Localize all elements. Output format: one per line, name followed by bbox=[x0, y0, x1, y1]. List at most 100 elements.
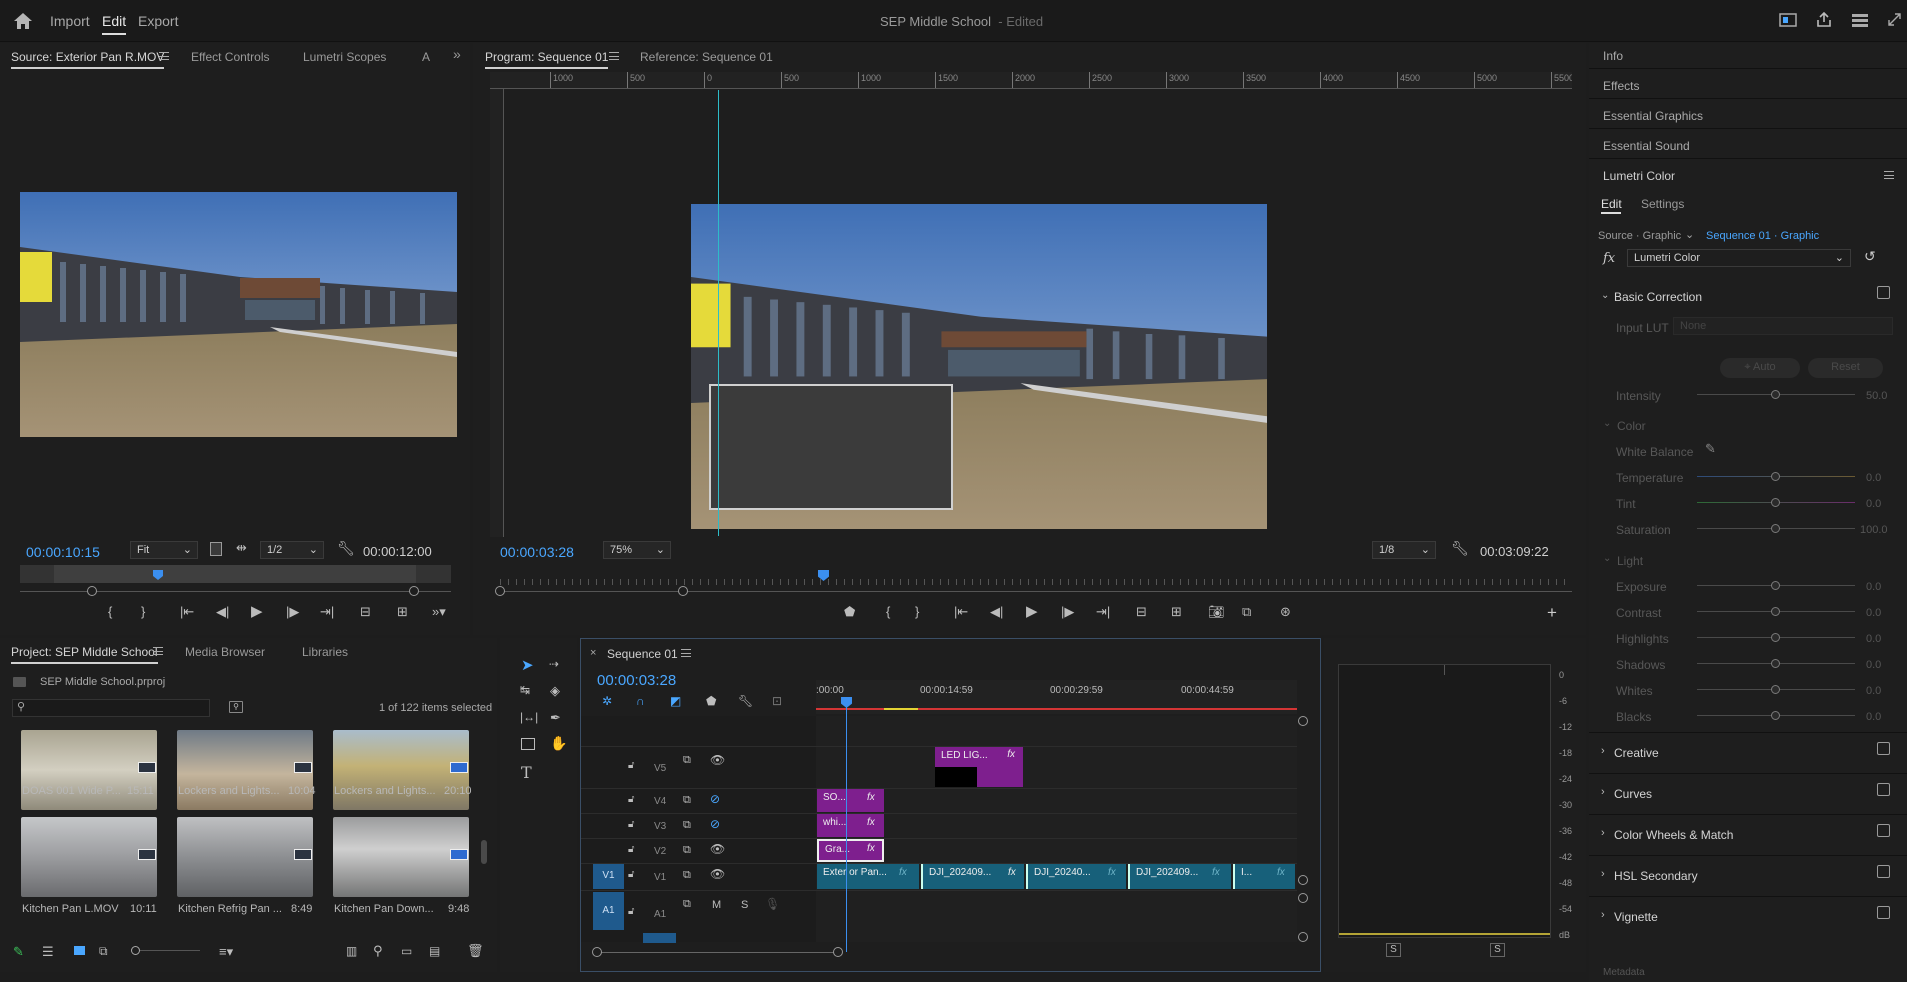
chevron-down-icon[interactable]: ⌄ bbox=[1603, 553, 1611, 564]
tab-libraries[interactable]: Libraries bbox=[302, 645, 348, 659]
new-bin-icon[interactable]: ▭ bbox=[401, 944, 412, 958]
go-to-in-icon[interactable]: |⇤ bbox=[954, 604, 968, 620]
thumb-kitchen-pan[interactable] bbox=[21, 817, 157, 897]
zoom-slider-track[interactable] bbox=[140, 950, 200, 951]
timeline-ruler[interactable]: :00:00 00:00:14:59 00:00:29:59 00:00:44:… bbox=[816, 680, 1297, 714]
zoom-handle-right[interactable] bbox=[409, 586, 419, 596]
fullscreen-icon[interactable] bbox=[1887, 12, 1902, 27]
blacks-value[interactable]: 0.0 bbox=[1866, 711, 1881, 723]
color-group-label[interactable]: Color bbox=[1617, 419, 1646, 433]
zoom-handle-left[interactable] bbox=[495, 586, 505, 596]
panel-info[interactable]: Info bbox=[1603, 49, 1623, 63]
effect-select[interactable]: Lumetri Color ⌄ bbox=[1627, 249, 1851, 267]
go-to-out-icon[interactable]: ⇥| bbox=[1096, 604, 1110, 620]
temperature-value[interactable]: 0.0 bbox=[1866, 472, 1881, 484]
h-scrollbar[interactable] bbox=[597, 952, 838, 953]
basic-correction-header[interactable]: Basic Correction bbox=[1614, 290, 1702, 304]
chevron-right-icon[interactable]: › bbox=[1601, 786, 1605, 798]
tab-effect-controls[interactable]: Effect Controls bbox=[191, 50, 269, 64]
eye-icon[interactable]: 👁︎ bbox=[710, 753, 725, 767]
step-back-icon[interactable]: ◀| bbox=[990, 604, 1003, 620]
solo-button[interactable]: S bbox=[741, 899, 748, 911]
curves-checkbox[interactable] bbox=[1877, 783, 1890, 796]
v-scroll-handle[interactable] bbox=[1298, 893, 1308, 903]
panel-effects[interactable]: Effects bbox=[1603, 79, 1639, 93]
new-item-icon[interactable]: ▤ bbox=[429, 944, 440, 958]
list-view-icon[interactable]: ☰ bbox=[42, 944, 54, 960]
clip-v3[interactable]: whi... fx bbox=[817, 814, 884, 837]
vignette-section[interactable]: Vignette bbox=[1614, 910, 1658, 924]
exposure-value[interactable]: 0.0 bbox=[1866, 581, 1881, 593]
hsl-secondary-section[interactable]: HSL Secondary bbox=[1614, 869, 1698, 883]
intensity-value[interactable]: 50.0 bbox=[1866, 390, 1887, 402]
lumetri-menu-icon[interactable] bbox=[1884, 171, 1894, 179]
vignette-checkbox[interactable] bbox=[1877, 906, 1890, 919]
overwrite-icon[interactable]: ⊞ bbox=[397, 604, 408, 620]
wrench-icon[interactable]: 🔧︎ bbox=[337, 540, 355, 557]
mark-in-icon[interactable]: { bbox=[886, 604, 890, 619]
tab-source[interactable]: Source: Exterior Pan R.MOV bbox=[11, 50, 165, 69]
auto-button[interactable]: ⌖ Auto bbox=[1720, 358, 1800, 378]
highlights-value[interactable]: 0.0 bbox=[1866, 633, 1881, 645]
h-scroll-handle-left[interactable] bbox=[592, 947, 602, 957]
chevron-right-icon[interactable]: › bbox=[1601, 745, 1605, 757]
input-lut-select[interactable]: None bbox=[1673, 317, 1893, 335]
play-icon[interactable]: ▶ bbox=[1026, 602, 1038, 620]
tab-media-browser[interactable]: Media Browser bbox=[185, 645, 265, 659]
eye-icon[interactable]: 👁︎ bbox=[710, 867, 725, 881]
program-panel-menu-icon[interactable] bbox=[609, 52, 619, 60]
track-select-tool-icon[interactable]: ⇢ bbox=[549, 657, 559, 671]
hand-tool-icon[interactable]: ✋ bbox=[550, 735, 567, 752]
tint-knob[interactable] bbox=[1771, 498, 1780, 507]
basic-correction-checkbox[interactable] bbox=[1877, 286, 1890, 299]
clip-led-lights[interactable]: LED LIG... fx bbox=[935, 747, 1023, 787]
source-resolution-select[interactable]: 1/2 ⌄ bbox=[260, 541, 324, 559]
ripple-edit-tool-icon[interactable]: ↹ bbox=[520, 683, 530, 697]
lift-icon[interactable]: ⊟ bbox=[1136, 604, 1147, 620]
hsl-secondary-checkbox[interactable] bbox=[1877, 865, 1890, 878]
curves-section[interactable]: Curves bbox=[1614, 787, 1652, 801]
eye-hidden-icon[interactable]: ⊘ bbox=[710, 792, 720, 806]
whites-knob[interactable] bbox=[1771, 685, 1780, 694]
sequence-graphic-label[interactable]: Sequence 01 · Graphic bbox=[1706, 230, 1819, 242]
solo-left-button[interactable]: S bbox=[1386, 943, 1401, 957]
lock-icon[interactable]: 🔓︎ bbox=[628, 906, 634, 917]
program-zoom-select[interactable]: 75% ⌄ bbox=[603, 541, 671, 559]
source-graphic-label[interactable]: Source · Graphic bbox=[1598, 230, 1681, 242]
timeline-timecode[interactable]: 00:00:03:28 bbox=[597, 672, 676, 689]
linked-selection-icon[interactable]: ◩ bbox=[670, 694, 681, 708]
toggle-sync-icon[interactable]: ⧉ bbox=[683, 844, 691, 857]
toggle-sync-icon[interactable]: ⧉ bbox=[683, 754, 691, 767]
chevron-down-icon[interactable]: ⌄ bbox=[1601, 290, 1609, 301]
v-scroll-handle[interactable] bbox=[1298, 932, 1308, 942]
h-scroll-handle-right[interactable] bbox=[833, 947, 843, 957]
wrench-icon[interactable]: 🔧︎ bbox=[1451, 540, 1469, 557]
lumetri-tab-settings[interactable]: Settings bbox=[1641, 197, 1684, 211]
clip-v1-dji-1[interactable]: DJI_202409... fx bbox=[921, 864, 1024, 889]
tab-reference[interactable]: Reference: Sequence 01 bbox=[640, 50, 773, 64]
exposure-knob[interactable] bbox=[1771, 581, 1780, 590]
blacks-knob[interactable] bbox=[1771, 711, 1780, 720]
microphone-icon[interactable]: 🎙︎ bbox=[765, 897, 780, 911]
source-timecode[interactable]: 00:00:10:15 bbox=[26, 544, 100, 560]
settings-wrench-icon[interactable]: 🔧︎ bbox=[738, 694, 753, 708]
tab-project[interactable]: Project: SEP Middle School bbox=[11, 645, 158, 664]
lock-icon[interactable]: 🔓︎ bbox=[628, 819, 634, 830]
panel-lumetri-color[interactable]: Lumetri Color bbox=[1603, 169, 1675, 183]
source-zoom-select[interactable]: Fit ⌄ bbox=[130, 541, 198, 559]
tab-a[interactable]: A bbox=[422, 50, 430, 64]
insert-icon[interactable]: ⊟ bbox=[360, 604, 371, 620]
camera-icon[interactable]: 📷︎ bbox=[1208, 604, 1225, 620]
lumetri-tab-edit[interactable]: Edit bbox=[1601, 197, 1622, 211]
slip-tool-icon[interactable]: |↔| bbox=[520, 710, 538, 724]
light-group-label[interactable]: Light bbox=[1617, 554, 1643, 568]
track-area[interactable] bbox=[816, 716, 1297, 942]
color-wheels-section[interactable]: Color Wheels & Match bbox=[1614, 828, 1733, 842]
intensity-knob[interactable] bbox=[1771, 390, 1780, 399]
mark-in-icon[interactable]: { bbox=[108, 604, 112, 619]
thumb-doas[interactable] bbox=[21, 730, 157, 810]
clip-v2-selected[interactable]: Gra... fx bbox=[817, 839, 884, 862]
program-mini-timeline[interactable] bbox=[500, 579, 1572, 585]
chevron-right-icon[interactable]: › bbox=[1601, 909, 1605, 921]
program-timecode[interactable]: 00:00:03:28 bbox=[500, 544, 574, 560]
